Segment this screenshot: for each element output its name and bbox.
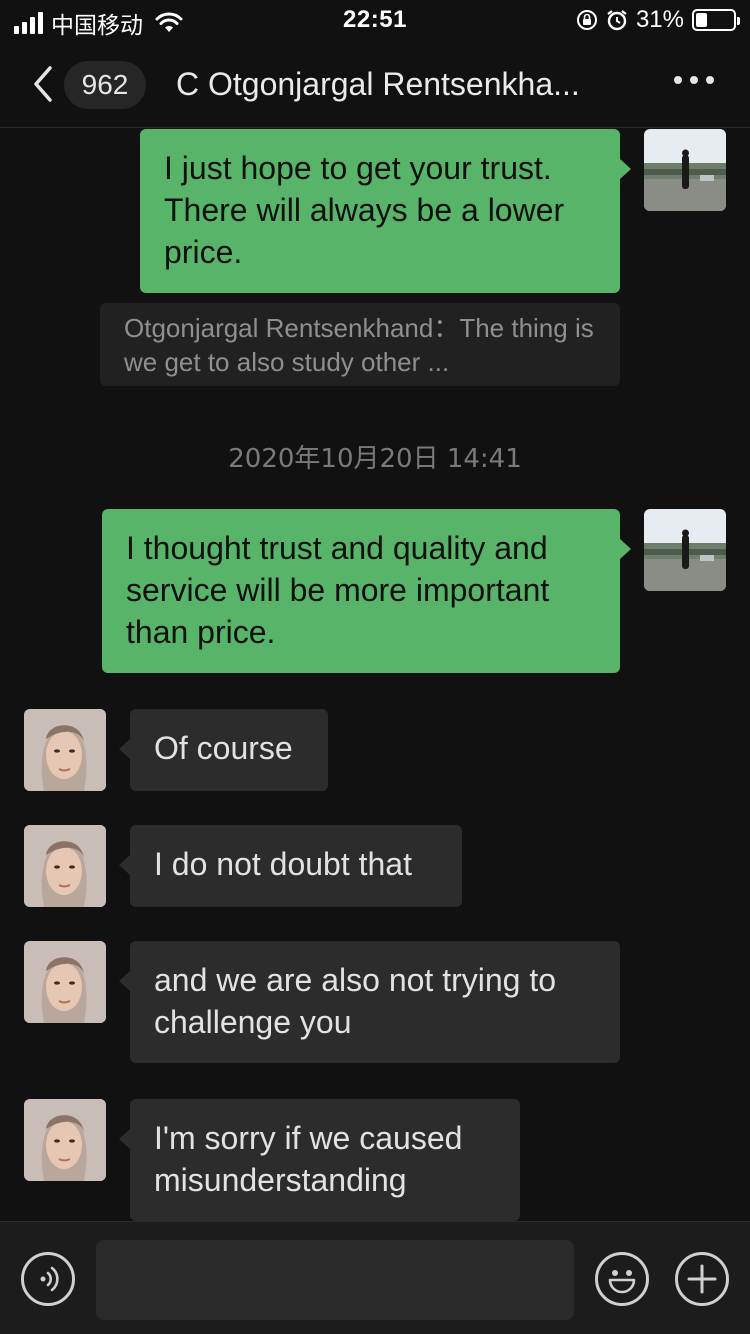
my-avatar[interactable] [644,129,726,211]
message-bubble-received[interactable]: I do not doubt that [130,825,462,907]
message-text: and we are also not trying to challenge … [154,962,557,1040]
voice-icon[interactable] [21,1252,75,1306]
message-timestamp: 2020年10月20日 14:41 [228,444,522,474]
alarm-icon [607,10,627,31]
battery-fill [696,13,707,27]
chevron-left-icon[interactable] [28,64,58,104]
contact-avatar[interactable] [24,1099,106,1181]
chat-input-bar [0,1221,750,1334]
rotation-lock-icon [576,10,597,30]
bubble-tail [119,971,130,991]
bubble-tail [620,539,631,559]
my-avatar[interactable] [644,509,726,591]
emoji-icon[interactable] [595,1252,649,1306]
message-text: I'm sorry if we caused misunderstanding [154,1120,463,1198]
message-bubble-received[interactable]: I'm sorry if we caused misunderstanding [130,1099,520,1221]
message-bubble-sent[interactable]: I thought trust and quality and service … [102,509,620,673]
battery-percent: 31% [635,6,684,33]
bubble-tail [620,159,631,179]
message-text: I do not doubt that [154,846,412,882]
message-input[interactable] [96,1240,574,1320]
bubble-tail [119,739,130,759]
battery-icon [692,9,740,31]
contact-avatar[interactable] [24,709,106,791]
message-bubble-received[interactable]: and we are also not trying to challenge … [130,941,620,1063]
chat-header: 962 C Otgonjargal Rentsenkha... [0,40,750,128]
message-bubble-received[interactable]: Of course [130,709,328,791]
chat-title: C Otgonjargal Rentsenkha... [176,66,580,102]
message-text: I just hope to get your trust. There wil… [164,150,565,270]
message-list[interactable]: I just hope to get your trust. There wil… [0,129,750,1221]
unread-count-badge[interactable]: 962 [64,61,146,109]
message-bubble-sent[interactable]: I just hope to get your trust. There wil… [140,129,620,293]
more-dots-icon[interactable] [674,76,714,84]
status-right: 31% [576,6,740,34]
bubble-tail [119,855,130,875]
bubble-tail [119,1129,130,1149]
contact-avatar[interactable] [24,825,106,907]
message-text: Of course [154,730,293,766]
message-text: I thought trust and quality and service … [126,530,550,650]
contact-avatar[interactable] [24,941,106,1023]
quoted-message[interactable]: Otgonjargal Rentsenkhand：The thing is we… [100,303,620,386]
plus-icon[interactable] [675,1252,729,1306]
status-bar: 中国移动 22:51 31% [0,0,750,40]
